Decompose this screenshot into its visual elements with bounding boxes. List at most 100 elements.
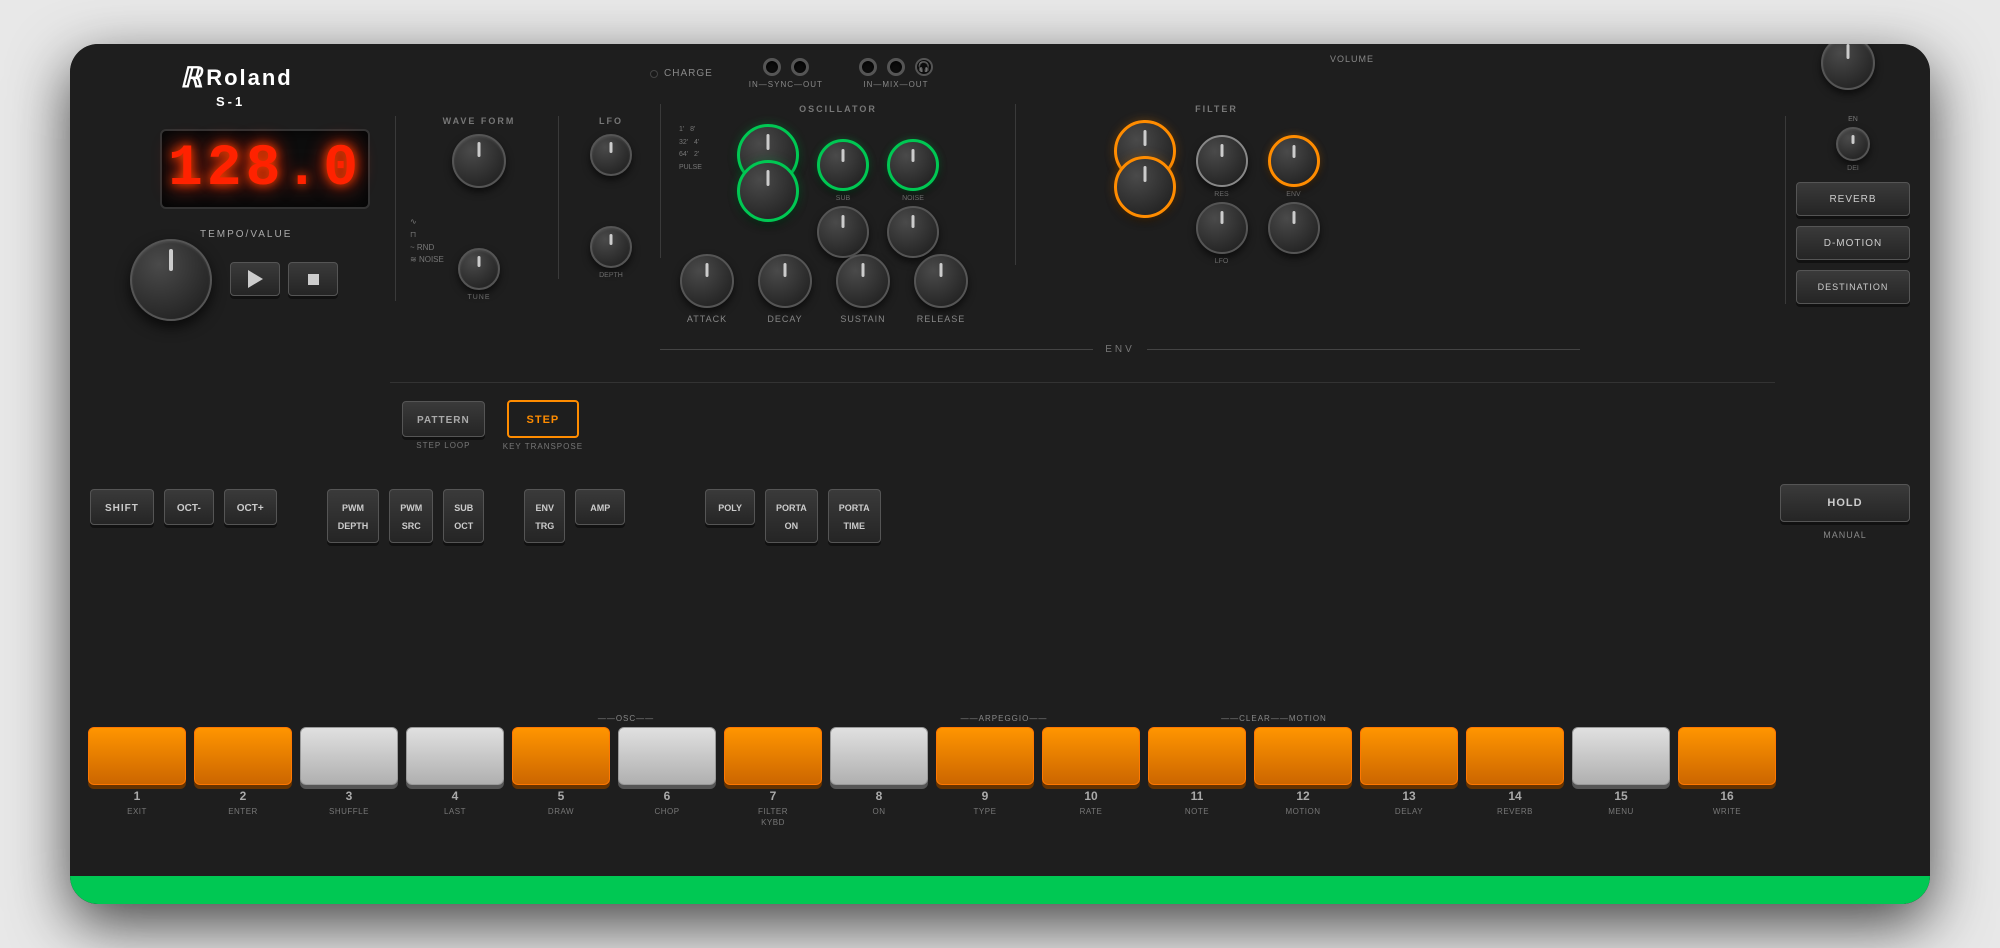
stop-button[interactable]	[288, 262, 338, 296]
step-btn-13[interactable]	[1360, 727, 1458, 785]
oct-plus-label: OCT+	[237, 503, 264, 514]
step-group-labels: ——OSC—— ——ARPEGGIO—— ——CLEAR——MOTION	[88, 714, 1912, 723]
lfo-rate-knob[interactable]	[590, 134, 632, 176]
cutoff-container	[1114, 120, 1176, 265]
osc-noise-knob[interactable]	[887, 139, 939, 191]
lfo-depth-knob-c: DEPTH	[590, 226, 632, 279]
decay-knob[interactable]	[758, 254, 812, 308]
sub-oct-button[interactable]: SUB OCT	[443, 489, 484, 543]
step-btn-7[interactable]	[724, 727, 822, 785]
sustain-knob[interactable]	[836, 254, 890, 308]
middle-band: PATTERN STEP LOOP STEP KEY TRANSPOSE	[390, 382, 1775, 467]
osc-title: OSCILLATOR	[671, 104, 1005, 114]
destination-button[interactable]: DESTINATION	[1796, 270, 1910, 304]
pattern-button[interactable]: PATTERN	[402, 401, 485, 437]
osc-sub-knob[interactable]	[817, 139, 869, 191]
step-label-6: CHOP	[618, 807, 716, 828]
reverb-label: REVERB	[1829, 194, 1876, 205]
filter-sub-knob[interactable]	[1268, 202, 1320, 254]
waveform-knob[interactable]	[452, 134, 506, 188]
osc-sub2-knob[interactable]	[817, 206, 869, 258]
env-trg-button[interactable]: ENV TRG	[524, 489, 565, 543]
step-btn-2[interactable]	[194, 727, 292, 785]
osc-pitch-knob2[interactable]	[737, 160, 799, 222]
volume-knob[interactable]	[1821, 44, 1875, 90]
roland-logo: ℝ Roland	[180, 64, 293, 92]
env-label: ENV	[1105, 344, 1135, 355]
step-number-3: 3	[300, 789, 398, 803]
step-label-11: NOTE	[1148, 807, 1246, 828]
step-number-15: 15	[1572, 789, 1670, 803]
charge-led	[650, 70, 658, 78]
step-btn-3[interactable]	[300, 727, 398, 785]
step-btn-1[interactable]	[88, 727, 186, 785]
r-logo-icon: ℝ	[180, 64, 202, 92]
porta-time-button[interactable]: PORTA TIME	[828, 489, 881, 543]
res-container: RES LFO	[1196, 135, 1248, 265]
sustain-label: SUSTAIN	[840, 314, 885, 324]
sync-jack-in	[763, 58, 781, 76]
step-btn-8[interactable]	[830, 727, 928, 785]
amp-button[interactable]: AMP	[575, 489, 625, 525]
porta-time-btn-group: PORTA TIME	[828, 489, 881, 543]
step-btn-14[interactable]	[1466, 727, 1564, 785]
step-btn-12[interactable]	[1254, 727, 1352, 785]
step-btn-9[interactable]	[936, 727, 1034, 785]
step-number-13: 13	[1360, 789, 1458, 803]
step-loop-label: STEP LOOP	[416, 441, 470, 450]
step-label-8: ON	[830, 807, 928, 828]
hold-button[interactable]: HOLD	[1780, 484, 1910, 522]
filter-section: FILTER RES	[1015, 104, 1405, 265]
step-label-2: ENTER	[194, 807, 292, 828]
oct-minus-button[interactable]: OCT-	[164, 489, 214, 525]
porta-on-label: PORTA ON	[776, 503, 807, 531]
headphone-jack: 🎧	[915, 58, 933, 76]
pwm-src-button[interactable]: PWM SRC	[389, 489, 433, 543]
cutoff-knob2[interactable]	[1114, 156, 1176, 218]
step-number-11: 11	[1148, 789, 1246, 803]
step-btn-15[interactable]	[1572, 727, 1670, 785]
porta-on-button[interactable]: PORTA ON	[765, 489, 818, 543]
filter-env-knob[interactable]	[1268, 135, 1320, 187]
filter-lfo-knob[interactable]	[1196, 202, 1248, 254]
oct-plus-button[interactable]: OCT+	[224, 489, 277, 525]
porta-time-label: PORTA TIME	[839, 503, 870, 531]
lfo-depth-knob[interactable]	[590, 226, 632, 268]
env-trg-label: ENV TRG	[535, 503, 554, 531]
led-display: 128.0	[160, 129, 370, 209]
step-btn-16[interactable]	[1678, 727, 1776, 785]
sub-oct-btn-group: SUB OCT	[443, 489, 484, 543]
reverb-button[interactable]: REVERB	[1796, 182, 1910, 216]
step-button[interactable]: STEP	[507, 400, 580, 438]
pwm-src-label: PWM SRC	[400, 503, 422, 531]
env-right-knob[interactable]	[1836, 127, 1870, 161]
step-btn-11[interactable]	[1148, 727, 1246, 785]
poly-button[interactable]: POLY	[705, 489, 755, 525]
step-number-9: 9	[936, 789, 1034, 803]
attack-knob[interactable]	[680, 254, 734, 308]
osc-noise2-knob[interactable]	[887, 206, 939, 258]
pwm-depth-button[interactable]: PWM DEPTH	[327, 489, 380, 543]
display-area: 128.0	[160, 129, 370, 209]
spacer-1-4	[90, 714, 514, 723]
step-number-6: 6	[618, 789, 716, 803]
play-button[interactable]	[230, 262, 280, 296]
step-btn-6[interactable]	[618, 727, 716, 785]
tempo-knob[interactable]	[130, 239, 212, 321]
env-right-label: EN	[1848, 116, 1858, 123]
filter-env-label: ENV	[1286, 191, 1300, 198]
shift-button[interactable]: SHIFT	[90, 489, 154, 525]
tune-knob[interactable]	[458, 248, 500, 290]
env-right-container: EN DEI	[1796, 116, 1910, 172]
lfo-section: LFO DEPTH	[558, 116, 653, 279]
dei-label: DEI	[1847, 165, 1859, 172]
step-btn-10[interactable]	[1042, 727, 1140, 785]
sub-oct-label: SUB OCT	[454, 503, 473, 531]
play-icon	[248, 270, 263, 288]
shift-label: SHIFT	[105, 503, 139, 514]
release-knob[interactable]	[914, 254, 968, 308]
step-btn-5[interactable]	[512, 727, 610, 785]
res-knob[interactable]	[1196, 135, 1248, 187]
step-btn-4[interactable]	[406, 727, 504, 785]
dmotion-button[interactable]: D-MOTION	[1796, 226, 1910, 260]
